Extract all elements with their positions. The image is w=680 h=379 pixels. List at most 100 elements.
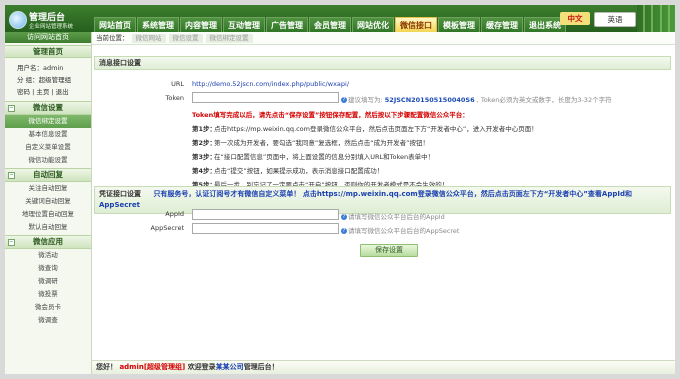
help-icon: ? [341, 228, 347, 234]
sidebar-menu-item[interactable]: 自定义菜单设置 [5, 141, 91, 154]
credential-notice: 只有服务号，认证订阅号才有微信自定义菜单！ 点击https://mp.weixi… [99, 190, 632, 209]
sidebar-menu-item[interactable]: 微会员卡 [5, 301, 91, 314]
token-hint: ? 建议填写为: 52JSCN201505150040S6 , Token必须为英… [341, 96, 612, 104]
sidebar-menu-item[interactable]: 微信绑定设置 [5, 115, 91, 128]
footer-site: 某某公司 [215, 363, 244, 371]
nav-tab[interactable]: 模板管理 [438, 17, 480, 33]
sidebar-menu: − 微信设置微信绑定设置 基本信息设置 自定义菜单设置 微信功能设置 − 自动回复关注自动回… [5, 101, 91, 327]
sidebar-section-header[interactable]: − 微信应用 [5, 235, 91, 249]
appid-hint: ? 请填写微信公众平台后台的AppId [341, 211, 445, 221]
sidebar-menu-item[interactable]: 微投票 [5, 288, 91, 301]
sidebar-section-title: 微信设置 [33, 103, 63, 112]
main-content: 当前位置： 微信网站 微信设置 微信绑定设置 消息接口设置 URL http://de… [92, 32, 675, 374]
step-text: 第一次成为开发者，要勾选“我同意”复选框，然后点击“成为开发者”按钮！ [214, 139, 429, 147]
sidebar-menu-item[interactable]: 微查询 [5, 262, 91, 275]
footer-greeting: 您好！ [96, 363, 117, 371]
appsecret-label: AppSecret [150, 224, 184, 232]
username-value: admin [43, 64, 64, 72]
sidebar-menu-item[interactable]: 基本信息设置 [5, 128, 91, 141]
url-value[interactable]: http://demo.52jscn.com/index.php/public/… [192, 80, 349, 88]
breadcrumb-item[interactable]: 微信设置 [168, 34, 203, 43]
logout-link[interactable]: 退出 [56, 88, 69, 96]
visit-homepage-link[interactable]: 访问网站首页 [5, 32, 91, 43]
sidebar-menu-item[interactable]: 微调研 [5, 275, 91, 288]
main-nav: 网站首页 系统管理 内容管理 互动管理 广告管理 会员管理 网站优化 微信接口 模板管理 缓存管理… [94, 17, 566, 33]
sidebar-menu-item[interactable]: 地理位置自动回复 [5, 208, 91, 221]
sidebar-menu-item[interactable]: 微活动 [5, 249, 91, 262]
logo-icon [9, 11, 27, 29]
collapse-icon[interactable]: − [8, 239, 15, 246]
sidebar-menu-item[interactable]: 默认自动回复 [5, 221, 91, 234]
credential-panel: 凭证接口设置 只有服务号，认证订阅号才有微信自定义菜单！ 点击https://m… [94, 186, 671, 266]
help-icon: ? [341, 214, 347, 220]
group-value: 超级管理组 [38, 76, 72, 84]
home-link[interactable]: 主页 [36, 88, 49, 96]
appsecret-hint: ? 请填写微信公众平台后台的AppSecret [341, 225, 459, 235]
save-settings-button[interactable]: 保存设置 [360, 244, 418, 257]
nav-tab[interactable]: 系统管理 [137, 17, 179, 33]
sidebar-section-title: 自动回复 [33, 170, 63, 179]
token-hint-suffix: Token必须为英文或数字，长度为3-32个字符 [480, 96, 612, 104]
collapse-icon[interactable]: − [8, 172, 15, 179]
credential-title: 凭证接口设置 [99, 190, 141, 198]
nav-tab[interactable]: 网站首页 [94, 17, 136, 33]
collapse-icon[interactable]: − [8, 105, 15, 112]
sidebar: 访问网站首页 管理首页 用户名：admin 分 组：超级管理组 密码 | 主页 … [5, 32, 92, 374]
appid-hint-text: 请填写微信公众平台后台的AppId [348, 213, 445, 221]
nav-tab[interactable]: 互动管理 [223, 17, 265, 33]
screen-frame: 管理后台 企业网站管理系统 网站首页 系统管理 内容管理 互动管理 广告管理 会员管理 网站… [0, 0, 680, 379]
token-warning: Token填写完成以后，请先点击“保存设置”按钮保存配置，然后按以下步骤配置微信… [192, 111, 469, 119]
step-text: 点击“提交”按钮，如果提示成功，表示消息接口配置成功！ [214, 167, 384, 175]
nav-tab[interactable]: 微信接口 [395, 17, 437, 33]
nav-tab[interactable]: 广告管理 [266, 17, 308, 33]
logo: 管理后台 企业网站管理系统 [7, 8, 92, 30]
status-footer: 您好！ admin[超级管理组] 欢迎登录某某公司管理后台！ [92, 360, 675, 374]
nav-tab[interactable]: 缓存管理 [481, 17, 523, 33]
footer-user: admin[超级管理组] [119, 363, 186, 371]
step-number: 第4步： [192, 167, 217, 175]
password-link[interactable]: 密码 [17, 88, 30, 96]
breadcrumb: 当前位置： 微信网站 微信设置 微信绑定设置 [92, 32, 675, 45]
url-label: URL [171, 80, 184, 88]
nav-tab[interactable]: 内容管理 [180, 17, 222, 33]
help-icon: ? [341, 97, 347, 103]
username-label: 用户名： [17, 64, 43, 72]
top-header: 管理后台 企业网站管理系统 网站首页 系统管理 内容管理 互动管理 广告管理 会员管理 网站… [5, 5, 675, 33]
lang-chinese-button[interactable]: 中文 [560, 12, 590, 25]
step-text: 在“接口配置信息”页面中，将上面设置的信息分别填入URL和Token表单中！ [214, 153, 435, 161]
bamboo-decoration [637, 5, 675, 32]
sidebar-section-header[interactable]: − 微信设置 [5, 101, 91, 115]
token-input[interactable] [192, 92, 339, 103]
nav-tab[interactable]: 会员管理 [309, 17, 351, 33]
sidebar-menu-item[interactable]: 微信功能设置 [5, 154, 91, 167]
appid-label: AppId [165, 210, 184, 218]
sidebar-section-header[interactable]: − 自动回复 [5, 168, 91, 182]
step-number: 第2步： [192, 139, 217, 147]
step-number: 第1步： [192, 125, 217, 133]
user-info: 用户名：admin 分 组：超级管理组 密码 | 主页 | 退出 [17, 64, 72, 96]
step-number: 第3步： [192, 153, 217, 161]
sidebar-section-title: 微信应用 [33, 237, 63, 246]
sidebar-menu-item[interactable]: 关键词自动回复 [5, 195, 91, 208]
appid-input[interactable] [192, 209, 339, 220]
admin-home-title: 管理首页 [5, 45, 91, 58]
token-hint-prefix: 建议填写为: [348, 96, 383, 104]
appsecret-input[interactable] [192, 223, 339, 234]
nav-tab[interactable]: 网站优化 [352, 17, 394, 33]
message-interface-title: 消息接口设置 [94, 56, 671, 70]
group-label: 分 组： [17, 76, 39, 84]
admin-app: 管理后台 企业网站管理系统 网站首页 系统管理 内容管理 互动管理 广告管理 会员管理 网站… [5, 5, 675, 374]
token-label: Token [165, 94, 185, 102]
sidebar-menu-item[interactable]: 微调查 [5, 314, 91, 327]
logo-subtitle: 企业网站管理系统 [29, 24, 74, 30]
footer-welcome: 欢迎登录 [187, 363, 216, 371]
sidebar-menu-item[interactable]: 关注自动回复 [5, 182, 91, 195]
footer-suffix: 管理后台！ [243, 363, 279, 371]
token-suggested-value: 52JSCN201505150040S6 [384, 96, 475, 104]
breadcrumb-item[interactable]: 微信网站 [131, 34, 166, 43]
breadcrumb-label: 当前位置： [96, 34, 129, 42]
breadcrumb-item[interactable]: 微信绑定设置 [205, 34, 253, 43]
appsecret-hint-text: 请填写微信公众平台后台的AppSecret [348, 227, 460, 235]
step-text: 点击https://mp.weixin.qq.com登录微信公众平台，然后点击页… [214, 125, 538, 133]
lang-english-button[interactable]: 英语 [594, 12, 636, 27]
